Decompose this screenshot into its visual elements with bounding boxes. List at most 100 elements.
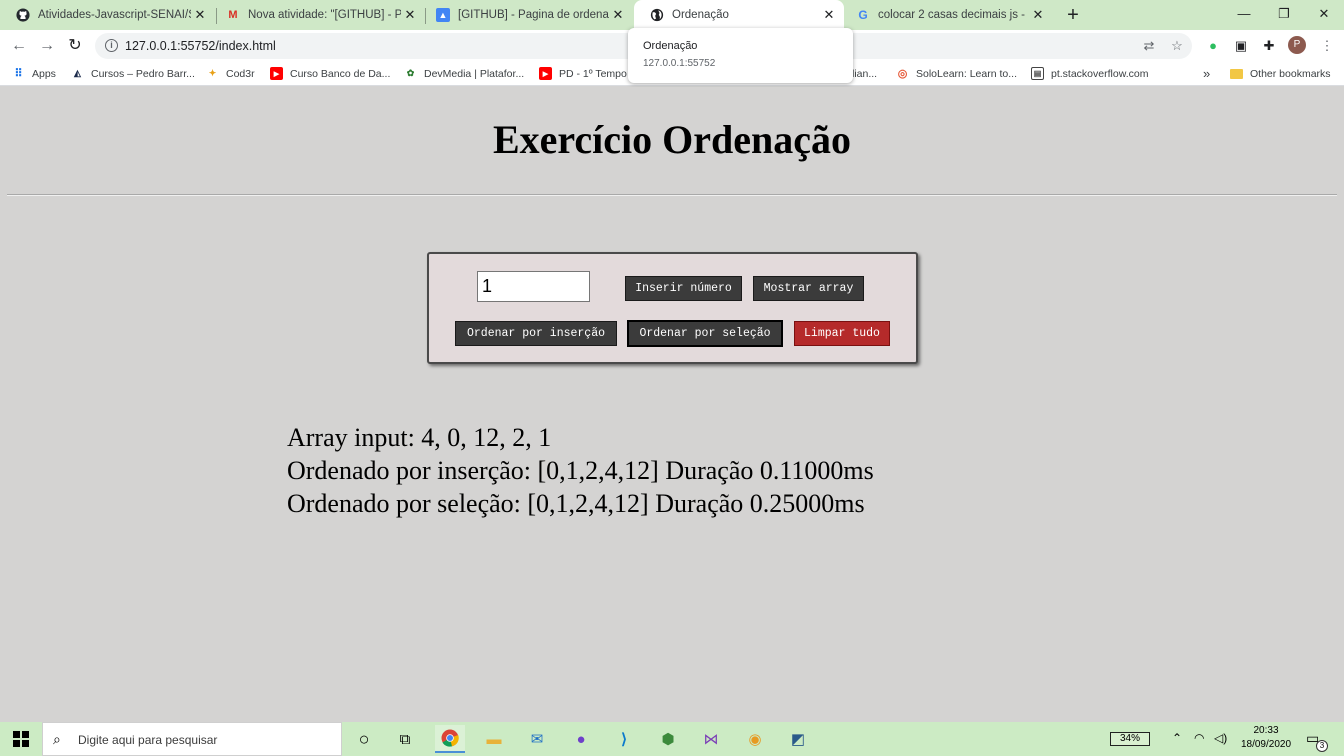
bookmark-label: Cursos – Pedro Barr... (91, 67, 195, 80)
tab-close-icon[interactable]: ✕ (191, 7, 209, 23)
bookmark-label: DevMedia | Platafor... (424, 67, 525, 80)
tab-google-search[interactable]: G colocar 2 casas decimais js - Pesq ✕ (840, 0, 1053, 30)
notification-count: 3 (1316, 740, 1328, 752)
close-window-button[interactable]: ✕ (1304, 0, 1344, 30)
tab-strip: Atividades-Javascript-SENAI/Site ✕ M Nov… (0, 0, 1344, 30)
clock-date: 18/09/2020 (1240, 739, 1292, 750)
bookmarks-overflow-button[interactable]: » (1203, 61, 1210, 86)
bookmark-curso-banco[interactable]: ▶ Curso Banco de Da... (270, 61, 390, 86)
tab-ordenacao[interactable]: Ordenação ✕ (634, 0, 844, 30)
bookmark-label: lian... (852, 67, 878, 80)
tab-title: colocar 2 casas decimais js - Pesq (878, 9, 1029, 21)
clock[interactable]: 20:33 18/09/2020 (1236, 725, 1296, 750)
bookmark-label: pt.stackoverflow.com (1051, 67, 1149, 80)
battery-indicator[interactable]: 34% (1110, 732, 1150, 746)
tab-close-icon[interactable]: ✕ (609, 7, 627, 23)
bookmark-lian[interactable]: lian... (852, 61, 877, 86)
bookmark-label: Other bookmarks (1250, 67, 1331, 80)
wifi-icon[interactable]: ◠ (1194, 731, 1204, 745)
number-input[interactable] (477, 271, 590, 302)
gmail-icon: M (228, 9, 238, 21)
youtube-icon: ▶ (539, 67, 552, 80)
restore-button[interactable]: ❐ (1264, 0, 1304, 30)
url-input[interactable] (125, 37, 1025, 55)
bookmark-label: Cod3r (226, 67, 255, 80)
search-icon: ⌕ (53, 731, 61, 747)
taskbar-search-box[interactable]: ⌕ Digite aqui para pesquisar (42, 722, 342, 756)
windows-start-icon[interactable] (6, 725, 36, 753)
bookmark-star-icon[interactable]: ☆ (1169, 38, 1185, 54)
show-array-button[interactable]: Mostrar array (753, 276, 864, 301)
clock-time: 20:33 (1253, 725, 1279, 736)
sort-selection-button[interactable]: Ordenar por seleção (627, 320, 783, 347)
back-icon[interactable]: ← (8, 35, 30, 57)
vscode-icon[interactable]: ⟩ (609, 725, 639, 753)
bookmark-apps[interactable]: ⠿ Apps (12, 61, 56, 86)
forward-icon[interactable]: → (36, 35, 58, 57)
mail-icon[interactable]: ✉ (522, 725, 552, 753)
bookmark-cod3r[interactable]: ✦ Cod3r (206, 61, 255, 86)
cortana-icon[interactable]: ○ (349, 725, 379, 753)
selection-result-text: Ordenado por seleção: [0,1,2,4,12] Duraç… (287, 489, 865, 518)
tab-close-icon[interactable]: ✕ (401, 7, 419, 23)
controls-panel: Inserir número Mostrar array Ordenar por… (427, 252, 918, 364)
show-hidden-icons-icon[interactable]: ⌃ (1172, 731, 1182, 745)
cod3r-icon: ✦ (208, 68, 217, 78)
bookmark-other[interactable]: Other bookmarks (1230, 61, 1331, 86)
globe-icon (650, 8, 664, 22)
clear-all-button[interactable]: Limpar tudo (794, 321, 890, 346)
insertion-result-text: Ordenado por inserção: [0,1,2,4,12] Dura… (287, 456, 874, 485)
results-output: Array input: 4, 0, 12, 2, 1 Ordenado por… (287, 421, 874, 520)
tab-github-atividades[interactable]: Atividades-Javascript-SENAI/Site ✕ (0, 0, 215, 30)
apps-grid-icon: ⠿ (14, 68, 23, 80)
windows-taskbar: ⌕ Digite aqui para pesquisar ○ ⧉ ▬ ✉ ● ⟩… (0, 722, 1344, 756)
bookmark-label: Curso Banco de Da... (290, 67, 391, 80)
folder-icon (1230, 68, 1243, 79)
page-content: Exercício Ordenação Inserir número Mostr… (0, 87, 1344, 722)
evernote-icon[interactable]: ● (1204, 37, 1222, 55)
screenshot-extension-icon[interactable]: ▣ (1232, 37, 1250, 55)
divider (7, 194, 1337, 196)
menu-kebab-icon[interactable]: ⋮ (1318, 37, 1336, 55)
tooltip-title: Ordenação (643, 40, 698, 52)
sololearn-icon: ◎ (897, 68, 908, 80)
page-title: Exercício Ordenação (492, 117, 852, 162)
chrome-taskbar-icon[interactable] (435, 725, 465, 753)
tooltip-url: 127.0.0.1:55752 (643, 58, 716, 69)
volume-icon[interactable]: ◁) (1214, 731, 1227, 745)
translate-icon[interactable]: ⇄ (1141, 38, 1157, 54)
new-tab-button[interactable]: + (1063, 4, 1083, 26)
bookmark-pedro-barros[interactable]: ◭ Cursos – Pedro Barr... (71, 61, 195, 86)
github-desktop-icon[interactable]: ● (566, 725, 596, 753)
search-placeholder: Digite aqui para pesquisar (78, 733, 218, 747)
tab-hover-tooltip: Ordenação 127.0.0.1:55752 (628, 28, 853, 83)
tab-close-icon[interactable]: ✕ (1029, 7, 1047, 23)
profile-avatar[interactable]: P (1288, 36, 1306, 54)
bookmark-devmedia[interactable]: ✿ DevMedia | Platafor... (404, 61, 524, 86)
minimize-button[interactable]: — (1224, 0, 1264, 30)
sort-insertion-button[interactable]: Ordenar por inserção (455, 321, 617, 346)
site-info-icon[interactable]: i (105, 39, 118, 52)
file-explorer-icon[interactable]: ▬ (479, 725, 509, 753)
tab-classroom[interactable]: ▲ [GITHUB] - Pagina de ordenacao ✕ (420, 0, 633, 30)
bookmark-stackoverflow[interactable]: ▤ pt.stackoverflow.com (1031, 61, 1148, 86)
insert-number-button[interactable]: Inserir número (625, 276, 742, 301)
reload-icon[interactable]: ↻ (64, 35, 86, 57)
tab-title: Atividades-Javascript-SENAI/Site (38, 9, 191, 21)
bookmark-pd-tempo[interactable]: ▶ PD - 1º Tempo (539, 61, 627, 86)
chrome-canary-icon[interactable]: ◉ (740, 725, 770, 753)
github-icon (16, 8, 30, 22)
bookmark-label: Apps (32, 67, 56, 80)
stackoverflow-icon: ▤ (1031, 67, 1044, 80)
mysql-workbench-icon[interactable]: ◩ (783, 725, 813, 753)
extensions-puzzle-icon[interactable]: ✚ (1260, 37, 1278, 55)
task-view-icon[interactable]: ⧉ (390, 725, 420, 753)
tab-close-icon[interactable]: ✕ (820, 7, 838, 23)
bookmark-sololearn[interactable]: ◎ SoloLearn: Learn to... (896, 61, 1017, 86)
nodejs-icon[interactable]: ⬢ (653, 725, 683, 753)
tab-gmail[interactable]: M Nova atividade: "[GITHUB] - Pagi ✕ (210, 0, 425, 30)
pedro-barros-icon: ◭ (74, 68, 81, 78)
array-input-text: Array input: 4, 0, 12, 2, 1 (287, 423, 552, 452)
tab-title: Ordenação (672, 9, 729, 21)
visual-studio-icon[interactable]: ⋈ (696, 725, 726, 753)
